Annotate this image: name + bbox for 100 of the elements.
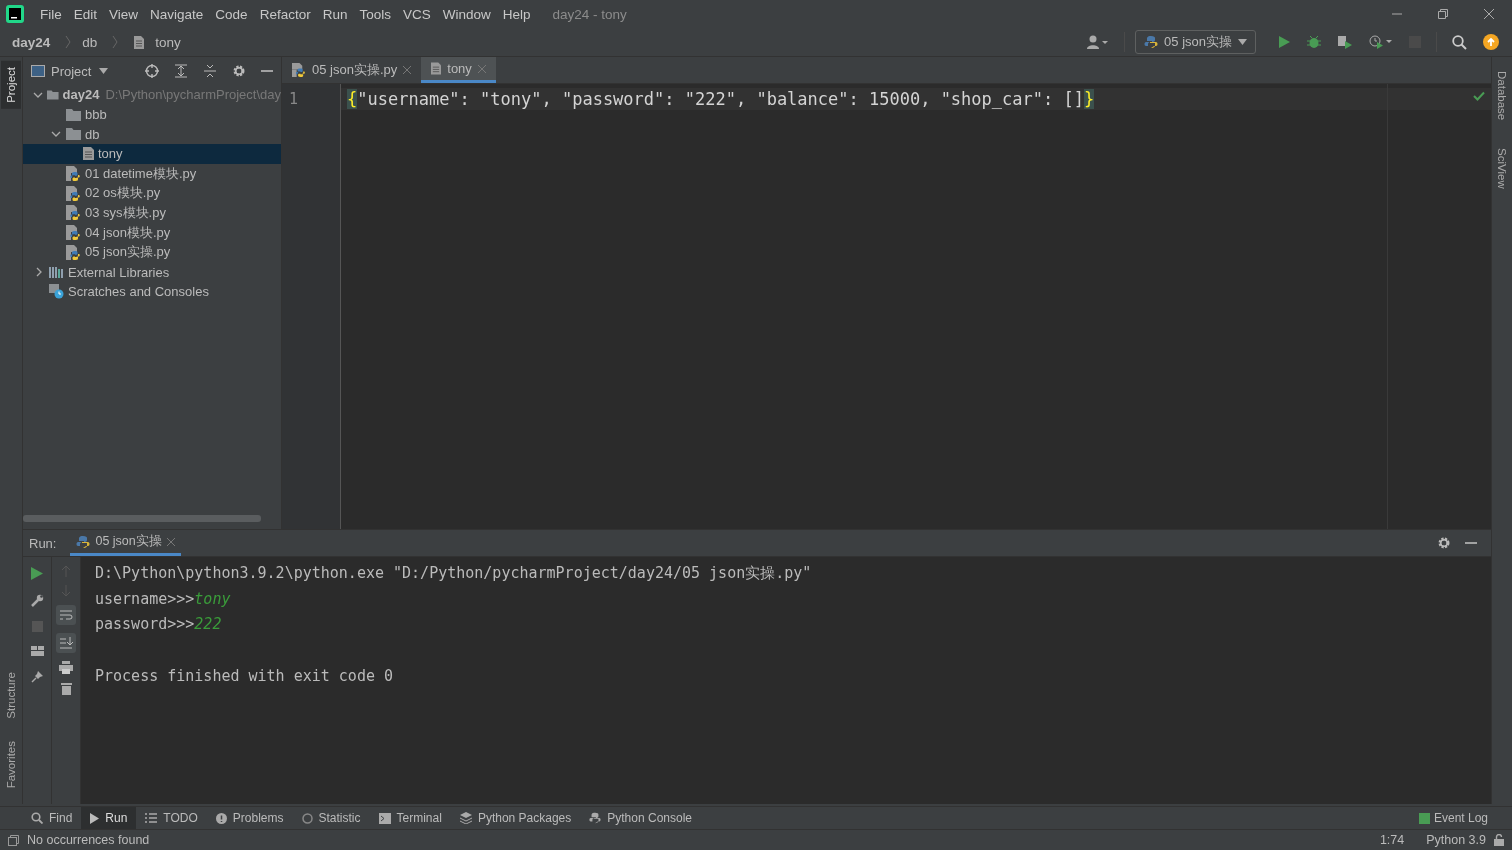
close-icon[interactable] — [1483, 8, 1495, 20]
tree-item[interactable]: bbb — [23, 104, 281, 125]
tree-item[interactable]: tony — [23, 144, 281, 164]
trash-icon[interactable] — [60, 682, 72, 695]
lock-icon[interactable] — [1494, 834, 1504, 846]
caret-icon — [1238, 39, 1247, 45]
scrollbar[interactable] — [23, 515, 261, 522]
circle-icon — [301, 812, 313, 824]
menu-item[interactable]: Tools — [353, 6, 397, 22]
tool-tab[interactable]: Python Console — [580, 807, 701, 829]
tool-tab[interactable]: TODO — [136, 807, 207, 829]
soft-wrap-icon[interactable] — [56, 605, 76, 625]
panel-title[interactable]: Project — [51, 63, 92, 79]
settings-icon[interactable] — [1437, 536, 1451, 550]
tree-item[interactable]: 01 datetime模块.py — [23, 163, 281, 184]
tool-tab[interactable]: Statistic — [292, 807, 370, 829]
tool-window-tab[interactable]: Favorites — [1, 734, 21, 794]
tool-tab[interactable]: Problems — [206, 807, 293, 829]
update-icon[interactable] — [1483, 34, 1499, 50]
menu-item[interactable]: Edit — [67, 6, 104, 22]
tree-item[interactable]: 04 json模块.py — [23, 222, 281, 243]
tree-label: Scratches and Consoles — [68, 284, 209, 300]
coverage-icon[interactable] — [1337, 35, 1353, 49]
menu-item[interactable]: Code — [209, 6, 254, 22]
run-config-dropdown[interactable]: 05 json实操 — [1135, 30, 1256, 54]
editor-tab[interactable]: tony — [421, 57, 496, 83]
panel-title: Run: — [29, 535, 57, 551]
interpreter-label[interactable]: Python 3.9 — [1426, 833, 1486, 847]
profiler-icon[interactable] — [1369, 35, 1393, 49]
tool-window-tab[interactable]: Database — [1495, 67, 1509, 125]
menu-item[interactable]: Run — [316, 6, 354, 22]
code-text: "username": "tony", "password": "222", "balance": 15000, "shop_car": [] — [357, 89, 1084, 109]
pin-icon[interactable] — [30, 670, 44, 683]
tree-item[interactable]: External Libraries — [23, 262, 281, 282]
folder-icon — [66, 108, 81, 121]
tree-item[interactable]: db — [23, 124, 281, 145]
search-icon — [31, 812, 43, 824]
breadcrumb[interactable]: day24 — [12, 34, 51, 50]
bug-icon[interactable] — [1307, 35, 1321, 49]
layers-icon — [459, 812, 472, 824]
menu-item[interactable]: File — [34, 6, 68, 22]
event-log-icon — [1418, 812, 1430, 824]
menu-item[interactable]: Navigate — [144, 6, 210, 22]
tree-item[interactable]: day24 D:\Python\pycharmProject\day — [23, 85, 281, 105]
wrench-icon[interactable] — [30, 594, 44, 607]
window-title: day24 - tony — [552, 6, 627, 22]
brace: { — [347, 89, 358, 109]
restore-icon[interactable] — [1437, 8, 1449, 20]
layout-icon[interactable] — [30, 646, 44, 656]
library-icon — [49, 266, 64, 279]
menu-item[interactable]: View — [103, 6, 145, 22]
tree-item[interactable]: 02 os模块.py — [23, 183, 281, 204]
file-icon — [431, 62, 442, 75]
tree-label: 04 json模块.py — [85, 223, 171, 242]
tree-item[interactable]: 03 sys模块.py — [23, 203, 281, 223]
menu-item[interactable]: Help — [496, 6, 537, 22]
tree-item[interactable]: 05 json实操.py — [23, 242, 281, 263]
menu-item[interactable]: Refactor — [253, 6, 317, 22]
tool-tab[interactable]: Find — [22, 807, 82, 829]
menu-item[interactable]: Window — [436, 6, 497, 22]
file-icon — [83, 147, 94, 161]
tree-label: day24 — [62, 87, 100, 103]
scroll-to-end-icon[interactable] — [56, 633, 76, 653]
user-icon[interactable] — [1087, 35, 1110, 49]
python-file-icon — [66, 244, 81, 260]
menu-item[interactable]: VCS — [396, 6, 437, 22]
tool-window-tab[interactable]: Project — [1, 61, 21, 109]
print-icon[interactable] — [59, 661, 73, 674]
close-icon[interactable] — [403, 66, 412, 74]
tree-item[interactable]: Scratches and Consoles — [23, 281, 281, 302]
python-file-icon — [66, 225, 81, 241]
run-icon[interactable] — [31, 567, 43, 580]
settings-icon[interactable] — [232, 64, 246, 78]
panel-toggle-icon[interactable] — [8, 834, 19, 846]
cursor-position[interactable]: 1:74 — [1379, 833, 1405, 847]
run-icon[interactable] — [1277, 35, 1291, 49]
tool-tab[interactable]: Terminal — [369, 807, 451, 829]
tool-window-tab[interactable]: SciView — [1495, 144, 1509, 193]
chevron-icon[interactable] — [34, 267, 44, 278]
close-icon[interactable] — [166, 537, 175, 546]
tree-label: 02 os模块.py — [85, 184, 161, 203]
python-icon — [1144, 35, 1159, 49]
search-icon[interactable] — [1452, 34, 1467, 50]
folder-icon — [47, 88, 59, 101]
breadcrumb[interactable]: db — [82, 34, 98, 50]
terminal-icon — [378, 812, 391, 824]
crosshair-icon[interactable] — [145, 64, 159, 78]
panel-icon — [31, 65, 45, 77]
tree-label: bbb — [85, 107, 107, 123]
breadcrumb[interactable]: tony — [155, 34, 181, 50]
tool-window-tab[interactable]: Structure — [1, 666, 21, 725]
tool-tab[interactable]: Run — [81, 807, 137, 829]
editor-tab[interactable]: 05 json实操.py — [282, 57, 422, 83]
tool-tab[interactable]: Python Packages — [450, 807, 581, 829]
caret-icon[interactable] — [99, 68, 109, 74]
python-file-icon — [66, 205, 81, 221]
collapse-all-icon[interactable] — [203, 64, 217, 78]
expand-all-icon[interactable] — [174, 64, 188, 78]
console-line: D:\Python\python3.9.2\python.exe "D:/Python/pycharmProject/day24/05 json实操.py" — [95, 564, 812, 582]
event-log-button[interactable]: Event Log — [1418, 811, 1512, 825]
